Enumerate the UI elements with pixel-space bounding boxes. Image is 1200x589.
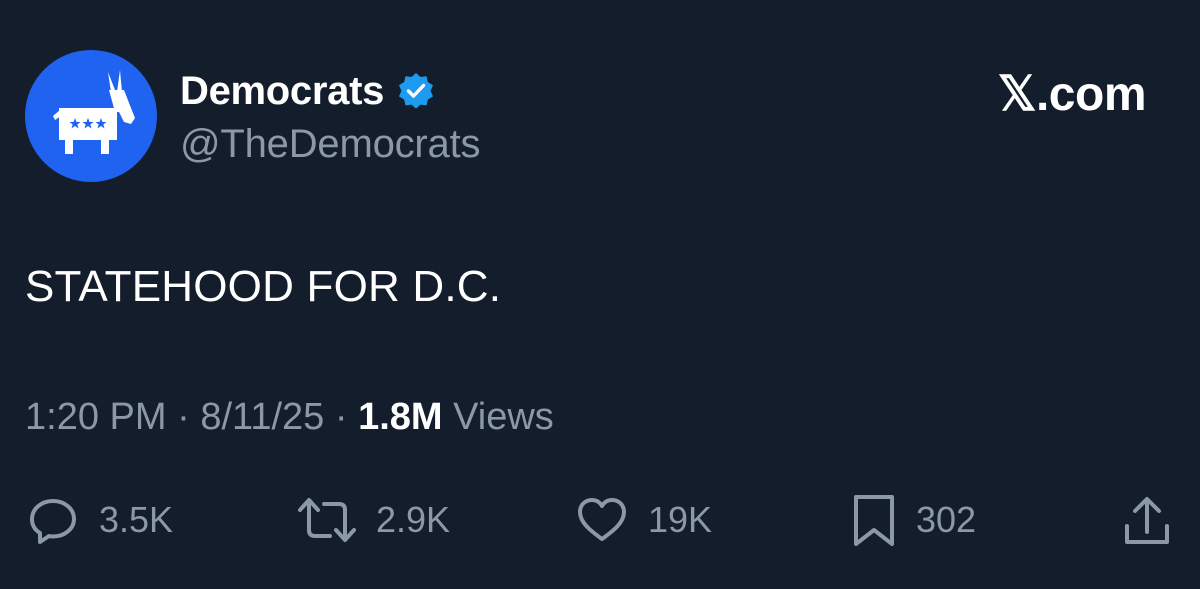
democratic-donkey-icon [53, 70, 135, 154]
author-display-name[interactable]: Democrats [180, 69, 384, 114]
views-label: Views [453, 396, 554, 438]
author-handle[interactable]: @TheDemocrats [180, 122, 481, 167]
tweet-meta: 1:20 PM · 8/11/25 · 1.8M Views [25, 396, 554, 439]
action-bar: 3.5K 2.9K 19K 302 [0, 490, 1200, 550]
repost-button[interactable]: 2.9K [296, 490, 450, 550]
heart-icon [578, 498, 626, 541]
like-button[interactable]: 19K [574, 490, 712, 550]
x-brand-logo: 𝕏.com [997, 68, 1147, 121]
share-button[interactable] [1122, 490, 1172, 550]
tweet-date[interactable]: 8/11/25 [200, 396, 324, 438]
bookmark-icon [854, 495, 894, 546]
tweet-text: STATEHOOD FOR D.C. [25, 262, 502, 311]
meta-separator: · [334, 396, 348, 438]
meta-separator: · [177, 396, 190, 438]
share-icon [1125, 497, 1169, 544]
bookmark-count: 302 [916, 499, 977, 540]
author-name-row: Democrats [180, 66, 436, 116]
views-count: 1.8M [358, 396, 443, 438]
repost-count: 2.9K [376, 499, 451, 540]
like-count: 19K [648, 499, 713, 540]
repost-icon [298, 498, 356, 542]
avatar[interactable] [25, 50, 157, 182]
bookmark-button[interactable]: 302 [850, 490, 976, 550]
verified-badge-icon [399, 73, 434, 109]
tweet-time[interactable]: 1:20 PM [25, 396, 167, 438]
reply-button[interactable]: 3.5K [25, 490, 173, 550]
reply-count: 3.5K [99, 499, 174, 540]
reply-icon [30, 499, 76, 544]
